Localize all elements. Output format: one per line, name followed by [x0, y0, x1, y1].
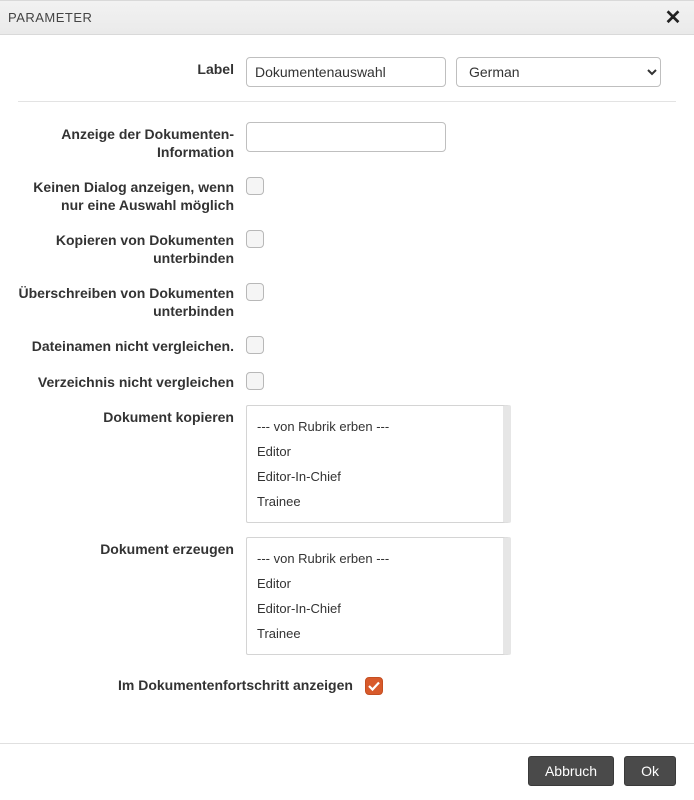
ok-button[interactable]: Ok	[624, 756, 676, 786]
row-no-dialog-single: Keinen Dialog anzeigen, wenn nur eine Au…	[18, 175, 676, 214]
prevent-overwrite-checkbox[interactable]	[246, 283, 264, 301]
titlebar: PARAMETER ✕	[0, 1, 694, 35]
copy-doc-listbox[interactable]: --- von Rubrik erben --- Editor Editor-I…	[246, 405, 511, 523]
no-dialog-single-label: Keinen Dialog anzeigen, wenn nur eine Au…	[18, 175, 246, 214]
doc-info-label: Anzeige der Dokumenten-Information	[18, 122, 246, 161]
row-copy-doc: Dokument kopieren --- von Rubrik erben -…	[18, 405, 676, 523]
parameter-dialog: PARAMETER ✕ Label German Anzeige der Dok…	[0, 0, 694, 800]
row-doc-info: Anzeige der Dokumenten-Information	[18, 122, 676, 161]
dont-compare-dir-label: Verzeichnis nicht vergleichen	[18, 370, 246, 392]
list-item[interactable]: Editor-In-Chief	[247, 464, 503, 489]
no-dialog-single-checkbox[interactable]	[246, 177, 264, 195]
dialog-title: PARAMETER	[8, 10, 92, 25]
show-in-progress-checkbox[interactable]	[365, 677, 383, 695]
separator	[18, 101, 676, 102]
prevent-overwrite-label: Überschreiben von Dokumenten unterbinden	[18, 281, 246, 320]
prevent-copy-checkbox[interactable]	[246, 230, 264, 248]
dont-compare-filenames-label: Dateinamen nicht vergleichen.	[18, 334, 246, 356]
copy-doc-label: Dokument kopieren	[18, 405, 246, 427]
list-item[interactable]: Trainee	[247, 489, 503, 514]
language-select[interactable]: German	[456, 57, 661, 87]
prevent-copy-label: Kopieren von Dokumenten unterbinden	[18, 228, 246, 267]
show-in-progress-label: Im Dokumentenfortschritt anzeigen	[118, 677, 353, 693]
label-field-label: Label	[18, 57, 246, 79]
dialog-body: Label German Anzeige der Dokumenten-Info…	[0, 35, 694, 743]
row-label: Label German	[18, 57, 676, 87]
row-prevent-overwrite: Überschreiben von Dokumenten unterbinden	[18, 281, 676, 320]
dont-compare-dir-checkbox[interactable]	[246, 372, 264, 390]
row-dont-compare-dir: Verzeichnis nicht vergleichen	[18, 370, 676, 392]
create-doc-listbox[interactable]: --- von Rubrik erben --- Editor Editor-I…	[246, 537, 511, 655]
row-dont-compare-filenames: Dateinamen nicht vergleichen.	[18, 334, 676, 356]
create-doc-label: Dokument erzeugen	[18, 537, 246, 559]
list-item[interactable]: Trainee	[247, 621, 503, 646]
row-show-in-progress: Im Dokumentenfortschritt anzeigen	[18, 675, 676, 695]
list-item[interactable]: Editor	[247, 439, 503, 464]
row-create-doc: Dokument erzeugen --- von Rubrik erben -…	[18, 537, 676, 655]
list-item[interactable]: --- von Rubrik erben ---	[247, 546, 503, 571]
list-item[interactable]: Editor-In-Chief	[247, 596, 503, 621]
label-input[interactable]	[246, 57, 446, 87]
cancel-button[interactable]: Abbruch	[528, 756, 614, 786]
close-icon[interactable]: ✕	[662, 9, 684, 27]
list-item[interactable]: Editor	[247, 571, 503, 596]
dialog-footer: Abbruch Ok	[0, 743, 694, 800]
dont-compare-filenames-checkbox[interactable]	[246, 336, 264, 354]
doc-info-input[interactable]	[246, 122, 446, 152]
row-prevent-copy: Kopieren von Dokumenten unterbinden	[18, 228, 676, 267]
list-item[interactable]: --- von Rubrik erben ---	[247, 414, 503, 439]
